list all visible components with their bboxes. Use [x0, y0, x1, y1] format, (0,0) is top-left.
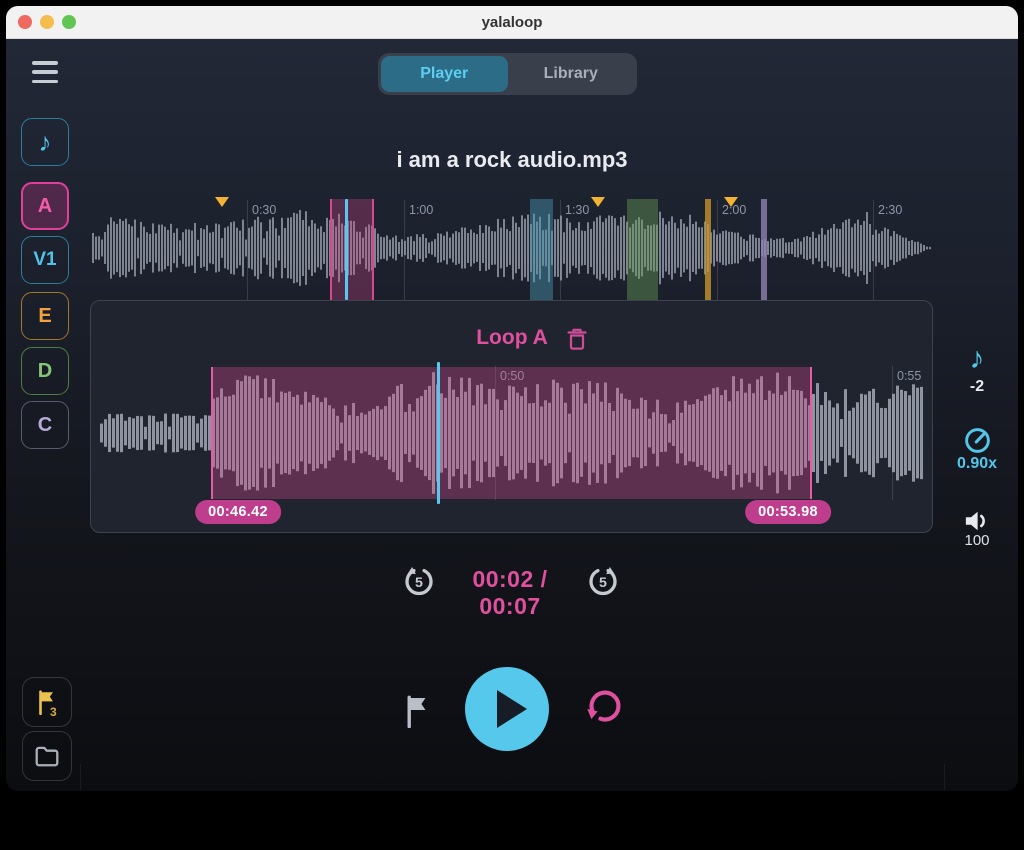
loop-time-display: 00:02 / 00:07 — [440, 566, 580, 620]
skip-back-5-button[interactable]: 5 — [401, 562, 437, 598]
speed-value: 0.90x — [937, 455, 1017, 473]
tab-library[interactable]: Library — [508, 56, 635, 92]
sidebar-item-v1[interactable]: V1 — [21, 236, 69, 284]
close-window-button[interactable] — [18, 15, 32, 29]
minimize-window-button[interactable] — [40, 15, 54, 29]
pitch-icon[interactable]: ♪ — [937, 344, 1017, 374]
app-stage: yalaloop Player Library ♪AV1EDC i am a r… — [0, 0, 1024, 850]
svg-text:5: 5 — [599, 575, 607, 591]
c-region[interactable] — [761, 199, 767, 300]
delete-loop-trash-icon[interactable] — [566, 327, 588, 351]
v1-region[interactable] — [530, 199, 553, 300]
svg-text:5: 5 — [415, 575, 423, 591]
skip-forward-5-button[interactable]: 5 — [585, 562, 621, 598]
hamburger-icon — [32, 80, 58, 84]
loop-start-time-badge[interactable]: 00:46.42 — [195, 500, 281, 524]
loop-end-time-badge[interactable]: 00:53.98 — [745, 500, 831, 524]
footer-divider — [80, 764, 81, 790]
sidebar-item-loop-a[interactable]: A — [21, 182, 69, 230]
loop-playhead[interactable] — [437, 362, 440, 504]
d-region[interactable] — [627, 199, 658, 300]
flags-list-button[interactable] — [22, 677, 72, 727]
flag-count-badge: 3 — [50, 705, 57, 719]
loop-region[interactable] — [211, 367, 812, 499]
sidebar-item-d[interactable]: D — [21, 347, 69, 395]
volume-value: 100 — [937, 532, 1017, 549]
loop-repeat-button[interactable] — [586, 686, 624, 726]
speed-gauge-icon[interactable] — [963, 426, 992, 455]
titlebar: yalaloop — [6, 6, 1018, 39]
footer-divider — [944, 764, 945, 790]
pitch-value: -2 — [937, 378, 1017, 396]
view-switcher: Player Library — [378, 53, 637, 95]
window-title: yalaloop — [482, 14, 543, 31]
flag-marker-icon[interactable] — [215, 197, 229, 207]
loop-panel-title: Loop A — [0, 326, 1024, 350]
zoom-window-button[interactable] — [62, 15, 76, 29]
loop-a-region[interactable] — [330, 199, 374, 300]
open-file-button[interactable] — [22, 731, 72, 781]
hamburger-icon — [32, 70, 58, 74]
e-region[interactable] — [705, 199, 711, 300]
traffic-lights — [18, 15, 76, 29]
overview-playhead[interactable] — [345, 199, 348, 300]
flag-marker-icon[interactable] — [724, 197, 738, 207]
add-flag-button[interactable] — [404, 694, 430, 728]
tab-player[interactable]: Player — [381, 56, 508, 92]
play-button[interactable] — [465, 667, 549, 751]
menu-button[interactable] — [32, 61, 58, 83]
volume-speaker-icon[interactable] — [962, 508, 992, 534]
folder-icon — [34, 745, 60, 767]
hamburger-icon — [32, 61, 58, 65]
sidebar-item-c[interactable]: C — [21, 401, 69, 449]
song-filename: i am a rock audio.mp3 — [0, 147, 1024, 173]
flag-marker-icon[interactable] — [591, 197, 605, 207]
play-icon — [497, 690, 527, 728]
